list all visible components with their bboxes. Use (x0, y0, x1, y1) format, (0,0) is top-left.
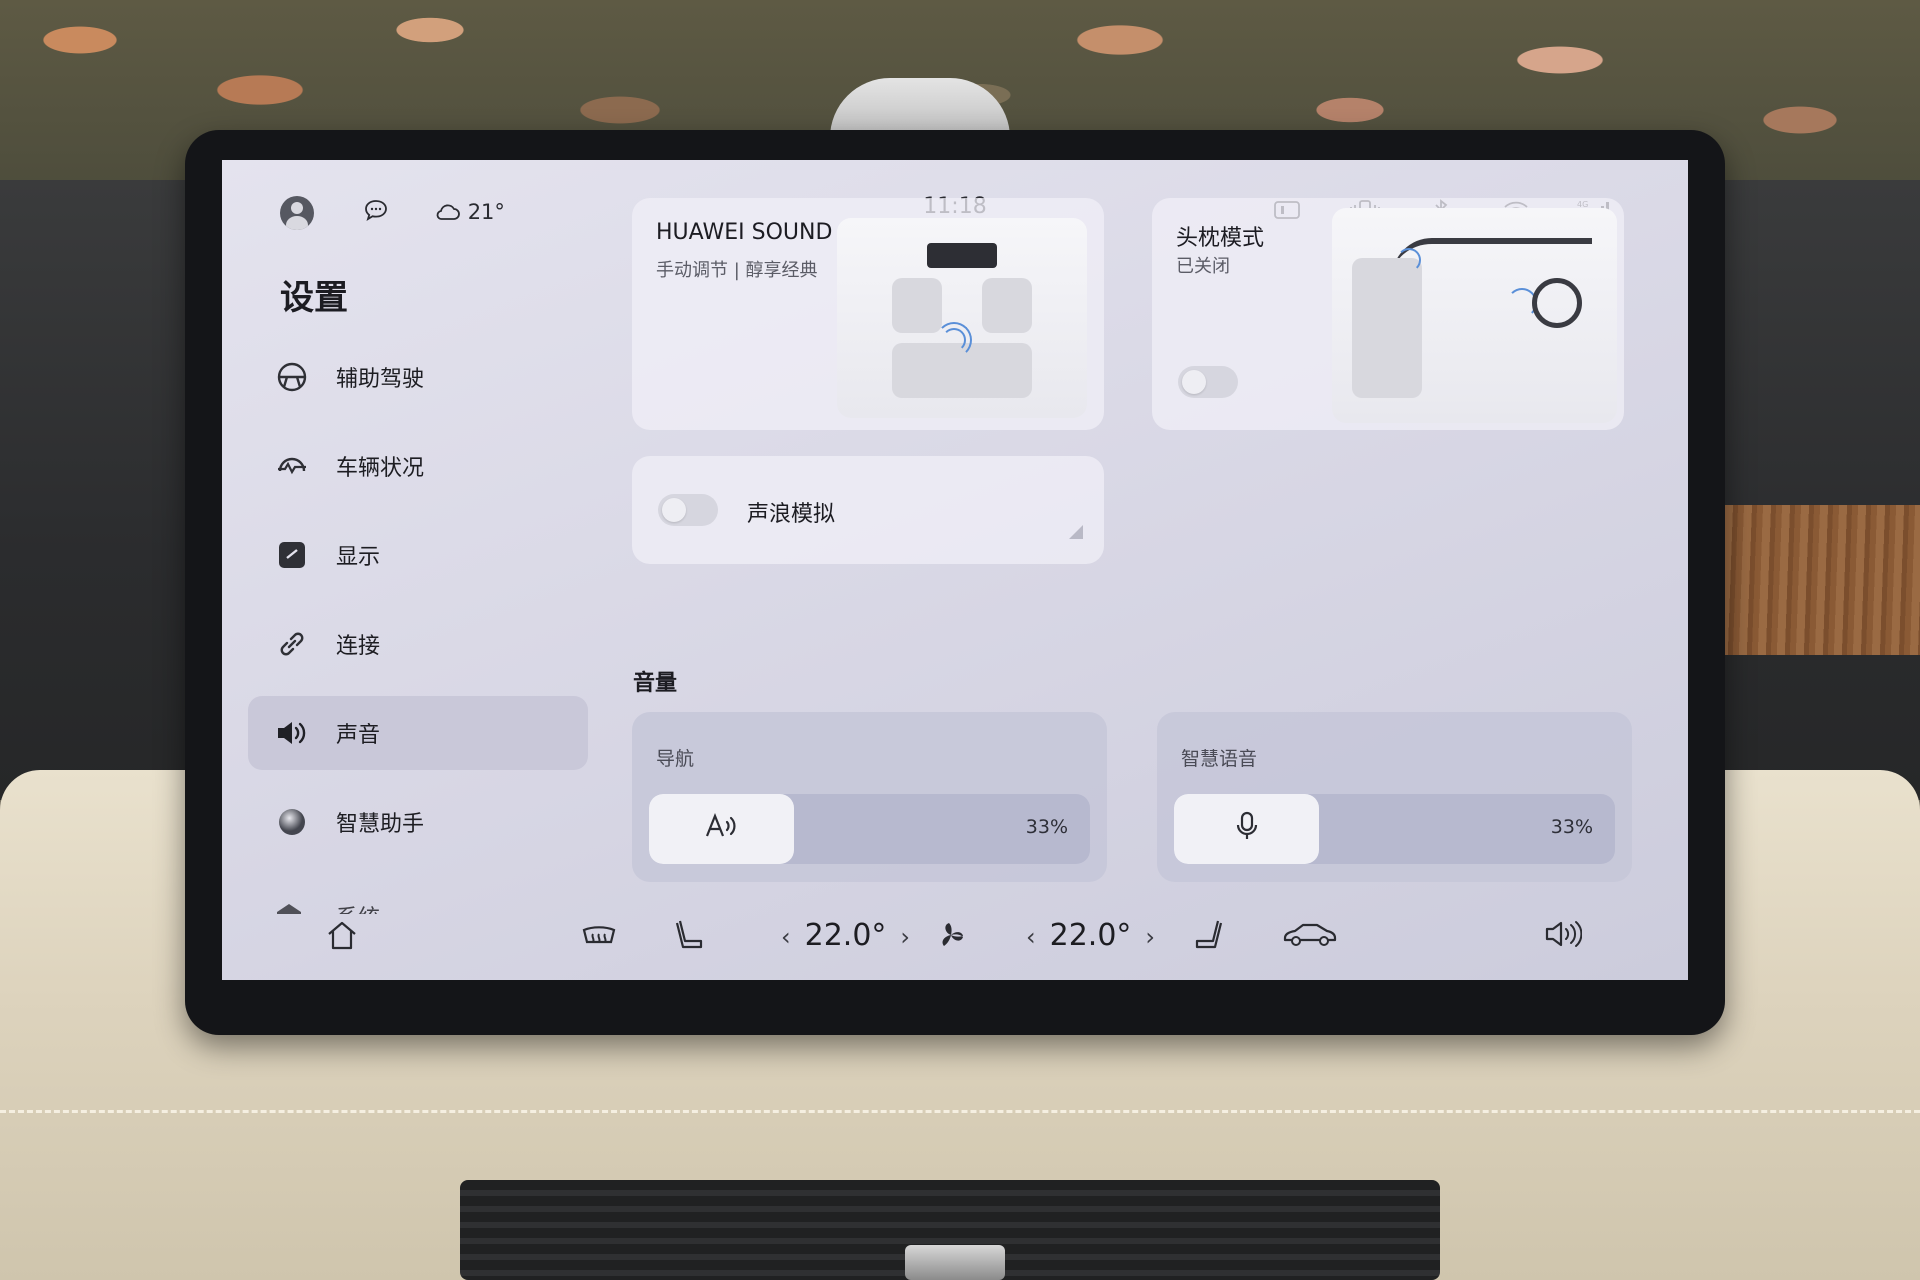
left-temperature-value: 22.0° (804, 918, 887, 953)
right-temperature-value: 22.0° (1049, 918, 1132, 953)
sidebar-item-label: 显示 (336, 545, 381, 570)
infotainment-screen: 21° 11:18 4G 设置 辅助驾驶 (222, 160, 1688, 980)
voice-assistant-volume-slider[interactable]: 33% (1174, 794, 1615, 864)
sidebar-item-display[interactable]: 显示 (248, 518, 588, 592)
voice-assistant-volume-label: 智慧语音 (1181, 748, 1258, 770)
sidebar-item-label: 车辆状况 (336, 456, 425, 481)
left-temperature-control[interactable]: ‹ 22.0° › (767, 918, 924, 953)
assistant-icon (274, 804, 310, 840)
navigation-volume-card: 导航 33% (632, 712, 1107, 882)
sidebar-item-label: 智慧助手 (336, 812, 425, 837)
navigation-volume-handle[interactable] (649, 794, 794, 864)
right-temperature-control[interactable]: ‹ 22.0° › (1012, 918, 1169, 953)
home-icon[interactable] (325, 918, 359, 957)
wood-trim (1700, 505, 1920, 655)
sidebar-item-assistant[interactable]: 智慧助手 (248, 785, 588, 859)
seat-right-icon[interactable] (1192, 918, 1224, 957)
sidebar-item-driving-assist[interactable]: 辅助驾驶 (248, 340, 588, 414)
sidebar-nav: 辅助驾驶 车辆状况 显示 连接 声音 智慧助手 (248, 340, 588, 874)
steering-wheel-icon (274, 359, 310, 395)
sound-wave-card[interactable]: 声浪模拟 (632, 456, 1104, 564)
sidebar-item-vehicle-status[interactable]: 车辆状况 (248, 429, 588, 503)
expand-corner-icon (1068, 524, 1084, 544)
display-brightness-icon (274, 537, 310, 573)
vehicle-status-icon (274, 448, 310, 484)
right-temp-decrease[interactable]: ‹ (1026, 923, 1036, 951)
defrost-icon[interactable] (579, 918, 619, 957)
navigation-volume-slider[interactable]: 33% (649, 794, 1090, 864)
huawei-sound-subtitle: 手动调节 | 醇享经典 (656, 260, 818, 281)
seat-left-icon[interactable] (674, 918, 706, 957)
sidebar-item-connection[interactable]: 连接 (248, 607, 588, 681)
navigation-volume-label: 导航 (656, 748, 695, 770)
left-temp-increase[interactable]: › (900, 923, 910, 951)
fan-icon[interactable] (934, 918, 968, 957)
huawei-sound-card[interactable]: HUAWEI SOUND 手动调节 | 醇享经典 (632, 198, 1104, 430)
car-icon[interactable] (1282, 918, 1338, 953)
leather-stitching (0, 1110, 1920, 1113)
sidebar-item-label: 声音 (336, 723, 381, 748)
navigation-volume-value: 33% (1025, 816, 1068, 838)
speaker-icon (274, 715, 310, 751)
cabin-top-view-image (837, 218, 1087, 418)
headrest-mode-status: 已关闭 (1176, 256, 1230, 277)
sidebar-item-label: 辅助驾驶 (336, 367, 425, 392)
voice-assistant-volume-handle[interactable] (1174, 794, 1319, 864)
huawei-sound-title: HUAWEI SOUND (656, 220, 833, 245)
sidebar-item-sound[interactable]: 声音 (248, 696, 588, 770)
sound-wave-toggle[interactable] (658, 494, 718, 526)
left-temp-decrease[interactable]: ‹ (781, 923, 791, 951)
sound-wave-label: 声浪模拟 (747, 502, 836, 527)
microphone-icon (1235, 811, 1259, 848)
headrest-mode-card[interactable]: 头枕模式 已关闭 (1152, 198, 1624, 430)
page-title: 设置 (280, 278, 348, 318)
voice-assistant-volume-value: 33% (1550, 816, 1593, 838)
emblem (905, 1245, 1005, 1280)
headrest-mode-toggle[interactable] (1178, 366, 1238, 398)
navigation-voice-icon (704, 812, 740, 847)
headrest-mode-title: 头枕模式 (1176, 226, 1265, 251)
right-temp-increase[interactable]: › (1145, 923, 1155, 951)
volume-icon[interactable] (1544, 918, 1583, 955)
link-icon (274, 626, 310, 662)
volume-section-title: 音量 (633, 671, 678, 696)
voice-assistant-volume-card: 智慧语音 33% (1157, 712, 1632, 882)
bottom-dock: ‹ 22.0° › ‹ 22.0° › (222, 900, 1688, 980)
headrest-seat-image (1332, 208, 1617, 423)
sidebar-item-label: 连接 (336, 634, 381, 659)
